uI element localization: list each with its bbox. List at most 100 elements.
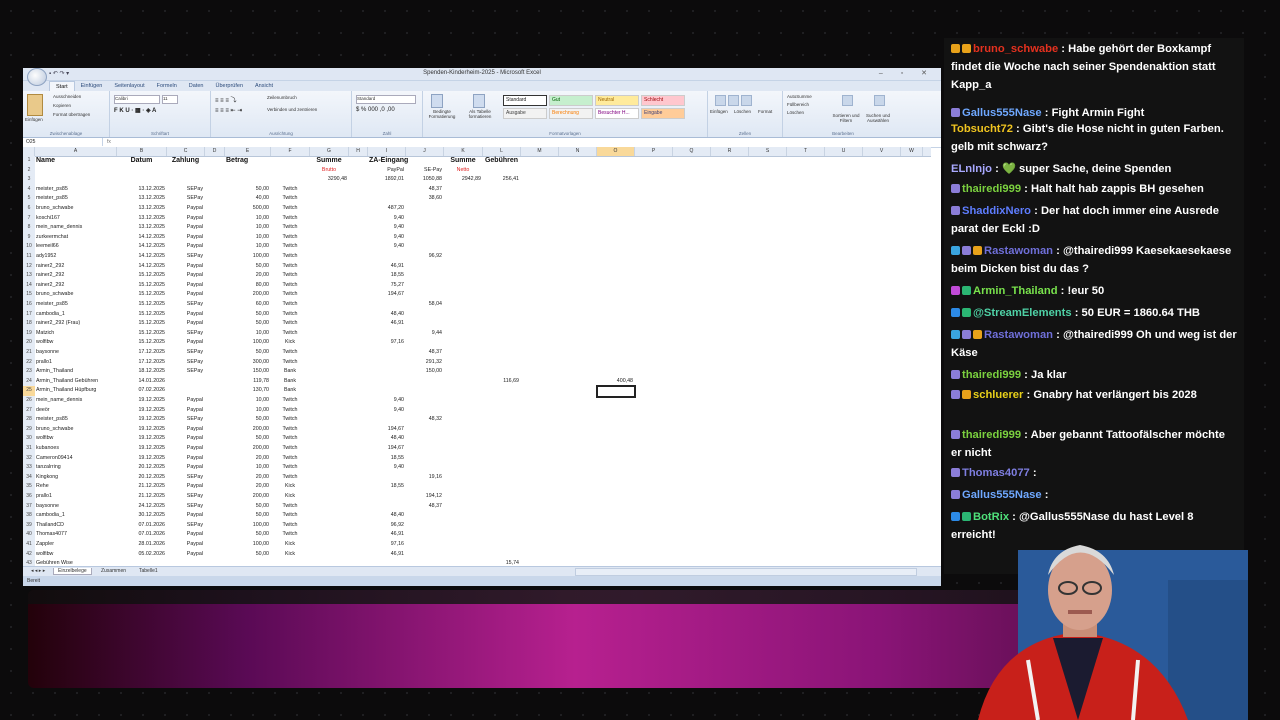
column-header-b[interactable]: B	[117, 147, 167, 156]
cell-date[interactable]: 21.12.2025	[118, 492, 165, 502]
align-buttons[interactable]: ≡ ≡ ≡ ⤵	[215, 95, 237, 104]
cell-platform[interactable]: Twitch	[272, 214, 308, 224]
cell-sepay[interactable]: 150,00	[407, 367, 442, 377]
cell-paypal[interactable]: 9,40	[369, 406, 404, 416]
cell-date[interactable]: 19.12.2025	[118, 396, 165, 406]
sort-icon[interactable]	[841, 94, 854, 107]
tab-formulas[interactable]: Formeln	[151, 81, 183, 91]
cut-button[interactable]: Ausschneiden	[53, 94, 81, 99]
cell-date[interactable]: 07.01.2026	[118, 530, 165, 540]
cell-date[interactable]: 14.12.2025	[118, 233, 165, 243]
cell-paypal[interactable]: 46,91	[369, 530, 404, 540]
table-format-icon[interactable]	[473, 94, 485, 108]
cell-amount[interactable]: 20,00	[226, 271, 269, 281]
cell-payment[interactable]: SEPay	[168, 492, 203, 502]
cell-payment[interactable]: Paypal	[168, 319, 203, 329]
column-header-c[interactable]: C	[167, 147, 205, 156]
label-netto[interactable]: Netto	[445, 166, 481, 176]
horizontal-scrollbar[interactable]	[575, 568, 917, 576]
cell-payment[interactable]: Paypal	[168, 444, 203, 454]
cell-name[interactable]: baysonne	[36, 502, 115, 512]
chat-username[interactable]: Armin_Thailand	[973, 285, 1058, 297]
cell-name[interactable]: mein_name_dennis	[36, 223, 115, 233]
chat-username[interactable]: @StreamElements	[973, 307, 1072, 319]
style-standard[interactable]: Standard	[503, 95, 547, 106]
cell-paypal[interactable]: 18,55	[369, 482, 404, 492]
cell-paypal[interactable]: 9,40	[369, 242, 404, 252]
cell-date[interactable]: 15.12.2025	[118, 338, 165, 348]
cell-amount[interactable]: 50,00	[226, 348, 269, 358]
cell-paypal[interactable]: 194,67	[369, 290, 404, 300]
cell-date[interactable]: 07.01.2026	[118, 521, 165, 531]
cell-amount[interactable]: 20,00	[226, 454, 269, 464]
cell-amount[interactable]: 80,00	[226, 281, 269, 291]
sheet-tab-einzelbelege[interactable]: Einzelbelege	[53, 568, 92, 575]
cell-amount[interactable]: 50,00	[226, 550, 269, 560]
cell-payment[interactable]: Paypal	[168, 310, 203, 320]
column-header-g[interactable]: G	[310, 147, 349, 156]
column-header-s[interactable]: S	[749, 147, 787, 156]
total-netto[interactable]: 2942,89	[445, 175, 481, 185]
tab-page-layout[interactable]: Seitenlayout	[108, 81, 150, 91]
conditional-format-button[interactable]: Bedingte Formatierung	[425, 109, 459, 119]
cell-platform[interactable]: Twitch	[272, 502, 308, 512]
cell-payment[interactable]: Paypal	[168, 204, 203, 214]
label-brutto[interactable]: Brutto	[311, 166, 347, 176]
spreadsheet-grid[interactable]: ABCDEFGHIJKLMNOPQRSTUVW 1 2 3 4 5 6 7 8 9 10 11 12 1…	[23, 147, 931, 570]
select-all-corner[interactable]	[23, 147, 35, 156]
cell-payment[interactable]: SEPay	[168, 473, 203, 483]
cell-payment[interactable]: SEPay	[168, 194, 203, 204]
cell-amount[interactable]: 10,00	[226, 463, 269, 473]
total-sepay[interactable]: 1050,88	[407, 175, 442, 185]
cell-date[interactable]: 19.12.2025	[118, 406, 165, 416]
tab-start[interactable]: Start	[49, 81, 75, 91]
cell-paypal[interactable]: 9,40	[369, 463, 404, 473]
cell-payment[interactable]: Paypal	[168, 290, 203, 300]
cell-platform[interactable]: Twitch	[272, 454, 308, 464]
cell-date[interactable]: 21.12.2025	[118, 482, 165, 492]
tab-review[interactable]: Überprüfen	[209, 81, 249, 91]
header-gebuehren[interactable]: Gebühren	[484, 156, 519, 166]
cell-sepay[interactable]: 291,32	[407, 358, 442, 368]
cell-amount[interactable]: 50,00	[226, 415, 269, 425]
tab-insert[interactable]: Einfügen	[75, 81, 109, 91]
cell-platform[interactable]: Twitch	[272, 463, 308, 473]
cell-platform[interactable]: Twitch	[272, 348, 308, 358]
header-name[interactable]: Name	[36, 156, 115, 166]
cell-payment[interactable]: Paypal	[168, 233, 203, 243]
cell-date[interactable]: 14.12.2025	[118, 262, 165, 272]
cell-payment[interactable]: SEPay	[168, 185, 203, 195]
style-output[interactable]: Ausgabe	[503, 108, 547, 119]
cell-paypal[interactable]: 194,67	[369, 425, 404, 435]
cell-paypal[interactable]: 194,67	[369, 444, 404, 454]
cell-amount[interactable]: 200,00	[226, 425, 269, 435]
cell-paypal[interactable]: 48,40	[369, 434, 404, 444]
fx-icon[interactable]: fx	[107, 138, 111, 146]
cell-date[interactable]: 15.12.2025	[118, 300, 165, 310]
header-betrag[interactable]: Betrag	[226, 156, 269, 166]
cell-date[interactable]: 19.12.2025	[118, 415, 165, 425]
cell-payment[interactable]: SEPay	[168, 329, 203, 339]
cell-platform[interactable]: Twitch	[272, 262, 308, 272]
cell-name[interactable]: Armin_Thailand Gebühren	[36, 377, 115, 387]
cell-platform[interactable]: Twitch	[272, 425, 308, 435]
cell-platform[interactable]: Twitch	[272, 434, 308, 444]
cell-platform[interactable]: Kick	[272, 492, 308, 502]
cell-name[interactable]: bruno_schwabe	[36, 290, 115, 300]
cell-amount[interactable]: 300,00	[226, 358, 269, 368]
cell-platform[interactable]: Twitch	[272, 204, 308, 214]
column-header-q[interactable]: Q	[673, 147, 711, 156]
cell-platform[interactable]: Twitch	[272, 185, 308, 195]
style-good[interactable]: Gut	[549, 95, 593, 106]
cells-insert-button[interactable]: Einfügen	[710, 109, 728, 114]
cells-icons[interactable]	[714, 94, 753, 107]
cell-amount[interactable]: 10,00	[226, 223, 269, 233]
cell-name[interactable]: cambodia_1	[36, 310, 115, 320]
cell-payment[interactable]: SEPay	[168, 300, 203, 310]
copy-button[interactable]: Kopieren	[53, 103, 71, 108]
chat-username[interactable]: Rastawoman	[984, 329, 1053, 341]
cell-date[interactable]: 15.12.2025	[118, 281, 165, 291]
cell-name[interactable]: rainer2_292 (Frau)	[36, 319, 115, 329]
column-header-o[interactable]: O	[597, 147, 635, 156]
cell-platform[interactable]: Twitch	[272, 473, 308, 483]
